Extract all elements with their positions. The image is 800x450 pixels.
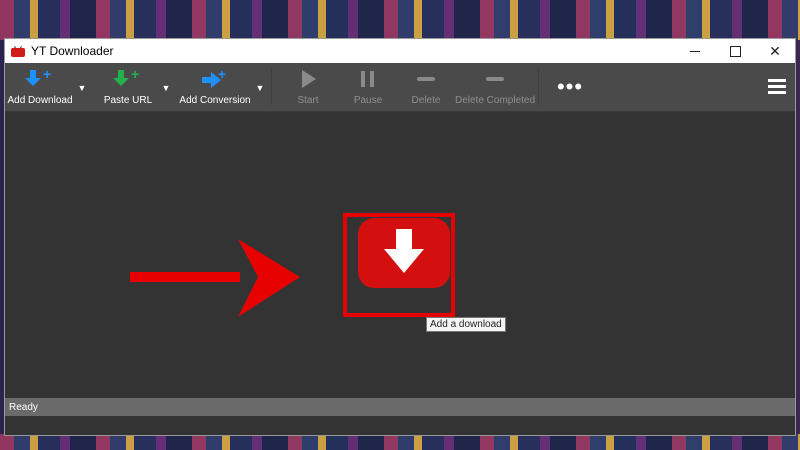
maximize-button[interactable]	[715, 39, 755, 63]
minimize-icon	[690, 50, 700, 52]
minimize-button[interactable]	[675, 39, 715, 63]
more-icon: •••	[556, 74, 584, 99]
chevron-down-icon: ▼	[77, 83, 87, 93]
convert-arrow-plus-icon: +	[200, 67, 230, 89]
play-icon	[293, 69, 323, 89]
more-button[interactable]: •••	[543, 63, 597, 111]
download-arrow-icon	[384, 229, 424, 277]
wallpaper-city-bottom	[0, 434, 800, 450]
add-conversion-label: Add Conversion	[179, 95, 251, 106]
pause-icon	[353, 69, 383, 89]
delete-button[interactable]: Delete	[396, 63, 456, 111]
window-title: YT Downloader	[31, 44, 114, 58]
add-download-tooltip: Add a download	[426, 317, 506, 332]
download-list-area: Add a download Ready	[5, 112, 795, 416]
tv-app-icon	[11, 45, 25, 57]
close-button[interactable]: ✕	[755, 39, 795, 63]
start-button[interactable]: Start	[276, 63, 340, 111]
download-arrow-plus-icon: +	[25, 67, 55, 89]
add-download-button[interactable]: + Add Download	[5, 63, 75, 111]
paste-arrow-plus-icon: +	[113, 67, 143, 89]
add-download-big-button[interactable]	[358, 218, 450, 288]
add-conversion-button[interactable]: + Add Conversion	[177, 63, 253, 111]
delete-completed-label: Delete Completed	[454, 95, 536, 106]
delete-completed-button[interactable]: Delete Completed	[454, 63, 536, 111]
pause-button[interactable]: Pause	[340, 63, 396, 111]
delete-label: Delete	[411, 95, 441, 106]
wallpaper-city-top	[0, 0, 800, 40]
menu-button[interactable]	[759, 63, 795, 111]
annotation-arrow-icon	[130, 239, 300, 317]
paste-url-label: Paste URL	[103, 95, 153, 106]
chevron-down-icon: ▼	[255, 83, 265, 93]
close-icon: ✕	[769, 42, 781, 59]
add-download-dropdown[interactable]: ▼	[75, 63, 89, 111]
minus-icon	[411, 69, 441, 89]
app-window: YT Downloader ✕ + Add Download ▼ + Paste…	[4, 38, 796, 436]
status-text: Ready	[9, 401, 38, 413]
add-download-label: Add Download	[7, 95, 73, 106]
window-controls: ✕	[675, 39, 795, 63]
toolbar: + Add Download ▼ + Paste URL ▼ + Add Con…	[5, 63, 795, 112]
minus-icon	[480, 69, 510, 89]
toolbar-separator	[538, 69, 539, 105]
status-bar: Ready	[5, 398, 795, 416]
chevron-down-icon: ▼	[161, 83, 171, 93]
toolbar-separator	[271, 69, 272, 105]
add-conversion-dropdown[interactable]: ▼	[253, 63, 267, 111]
title-bar: YT Downloader ✕	[5, 39, 795, 63]
start-label: Start	[297, 95, 319, 106]
maximize-icon	[729, 45, 741, 57]
pause-label: Pause	[353, 95, 383, 106]
paste-url-dropdown[interactable]: ▼	[159, 63, 173, 111]
paste-url-button[interactable]: + Paste URL	[97, 63, 159, 111]
hamburger-menu-icon	[768, 79, 786, 95]
